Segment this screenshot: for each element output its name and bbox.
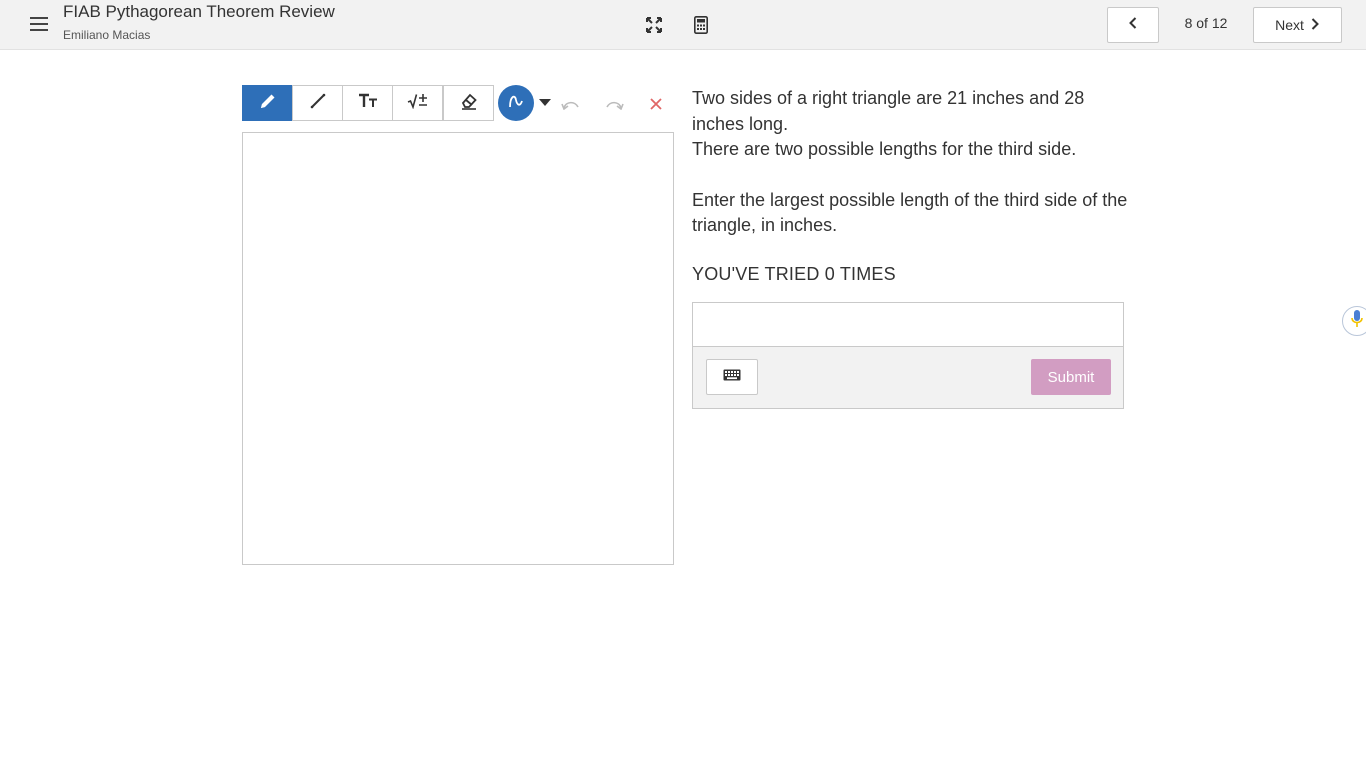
- pencil-icon: [259, 92, 277, 115]
- page-indicator: 8 of 12: [1184, 15, 1228, 31]
- student-name: Emiliano Macias: [63, 28, 151, 42]
- keyboard-button[interactable]: [706, 359, 758, 395]
- title-block: FIAB Pythagorean Theorem Review Emiliano…: [63, 2, 335, 43]
- line-icon: [310, 93, 326, 114]
- next-button[interactable]: Next: [1253, 7, 1342, 43]
- question-line: Two sides of a right triangle are 21 inc…: [692, 88, 1085, 134]
- text-tool-button[interactable]: [342, 85, 393, 121]
- curve-stroke-button[interactable]: [498, 85, 534, 121]
- previous-button[interactable]: [1107, 7, 1159, 43]
- hamburger-menu-icon[interactable]: [26, 12, 52, 36]
- drawing-canvas[interactable]: [242, 132, 674, 565]
- attempt-counter: YOU'VE TRIED 0 TIMES: [692, 264, 896, 284]
- fullscreen-icon[interactable]: [643, 14, 665, 36]
- redo-icon[interactable]: [603, 93, 625, 115]
- math-tool-button[interactable]: [392, 85, 443, 121]
- calculator-icon[interactable]: [690, 14, 712, 36]
- curve-stroke-icon: [508, 93, 524, 114]
- text-icon: [358, 93, 378, 114]
- microphone-icon: [1350, 309, 1364, 334]
- keyboard-icon: [723, 368, 741, 386]
- caret-down-icon[interactable]: [537, 95, 553, 111]
- next-label: Next: [1275, 17, 1304, 33]
- question-line: There are two possible lengths for the t…: [692, 139, 1077, 159]
- assignment-title: FIAB Pythagorean Theorem Review: [63, 2, 335, 21]
- chevron-right-icon: [1310, 17, 1320, 33]
- pencil-tool-button[interactable]: [242, 85, 293, 121]
- close-icon[interactable]: [645, 93, 667, 115]
- eraser-tool-button[interactable]: [443, 85, 494, 121]
- eraser-icon: [460, 92, 478, 115]
- answer-box: Submit: [692, 302, 1124, 409]
- answer-input[interactable]: [693, 303, 1123, 347]
- chevron-left-icon: [1128, 16, 1138, 34]
- undo-icon[interactable]: [560, 93, 582, 115]
- question-text: Two sides of a right triangle are 21 inc…: [692, 86, 1132, 239]
- math-input-icon: [407, 93, 429, 114]
- question-prompt: Enter the largest possible length of the…: [692, 189, 1128, 236]
- microphone-button[interactable]: [1342, 306, 1366, 336]
- top-bar: FIAB Pythagorean Theorem Review Emiliano…: [0, 0, 1366, 50]
- submit-button[interactable]: Submit: [1031, 359, 1111, 395]
- line-tool-button[interactable]: [292, 85, 343, 121]
